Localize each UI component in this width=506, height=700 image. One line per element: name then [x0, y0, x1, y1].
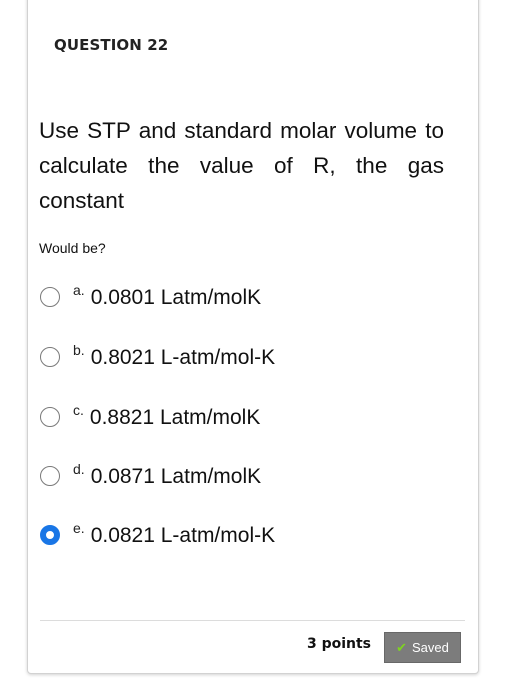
option-c[interactable]: c. 0.8821 Latm/molK	[40, 402, 260, 432]
option-b[interactable]: b. 0.8021 L-atm/mol-K	[40, 342, 275, 372]
radio-option-b[interactable]	[40, 347, 60, 367]
saved-label: Saved	[412, 640, 449, 655]
points-label: 3 points	[306, 636, 371, 652]
option-label[interactable]: 0.0801 Latm/molK	[91, 286, 261, 310]
option-letter: b.	[73, 342, 85, 358]
question-card	[27, 0, 479, 674]
radio-option-e[interactable]	[40, 525, 60, 545]
radio-option-c[interactable]	[40, 407, 60, 427]
question-text: Use STP and standard molar volume to cal…	[39, 118, 444, 213]
check-icon: ✔	[396, 639, 408, 655]
option-letter: d.	[73, 461, 85, 477]
radio-option-d[interactable]	[40, 466, 60, 486]
option-label[interactable]: 0.0821 L-atm/mol-K	[91, 524, 275, 548]
option-e[interactable]: e. 0.0821 L-atm/mol-K	[40, 520, 275, 550]
option-label[interactable]: 0.8821 Latm/molK	[90, 406, 260, 430]
option-letter: c.	[73, 402, 84, 418]
option-letter: a.	[73, 282, 85, 298]
option-a[interactable]: a. 0.0801 Latm/molK	[40, 282, 261, 312]
option-label[interactable]: 0.8021 L-atm/mol-K	[91, 346, 275, 370]
option-d[interactable]: d. 0.0871 Latm/molK	[40, 461, 261, 491]
option-label[interactable]: 0.0871 Latm/molK	[91, 465, 261, 489]
radio-option-a[interactable]	[40, 287, 60, 307]
option-letter: e.	[73, 520, 85, 536]
question-number: QUESTION 22	[54, 36, 169, 54]
question-subtext: Would be?	[39, 240, 106, 256]
saved-button[interactable]: ✔ Saved	[384, 632, 461, 663]
footer-divider	[40, 620, 465, 621]
